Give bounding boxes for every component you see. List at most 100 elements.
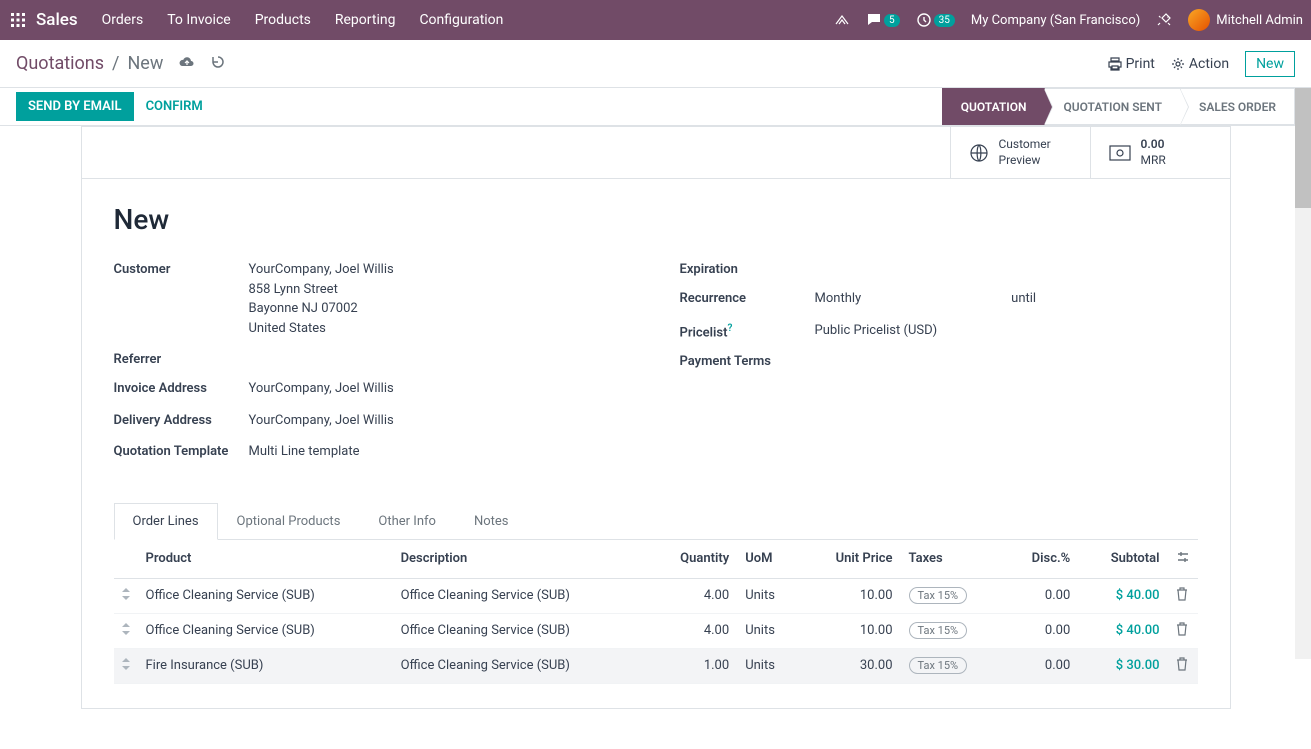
drag-handle-icon[interactable]: [114, 648, 138, 683]
stage-sales-order[interactable]: SALES ORDER: [1181, 88, 1295, 125]
breadcrumb-current: New: [127, 53, 163, 74]
cell-uom[interactable]: Units: [737, 648, 800, 683]
nav-orders[interactable]: Orders: [102, 12, 144, 28]
invoice-address-label: Invoice Address: [114, 379, 249, 396]
cell-description[interactable]: Office Cleaning Service (SUB): [393, 578, 648, 613]
cell-disc[interactable]: 0.00: [1003, 578, 1078, 613]
th-description[interactable]: Description: [393, 540, 648, 579]
cell-subtotal: $ 40.00: [1078, 613, 1167, 648]
breadcrumb-root[interactable]: Quotations: [16, 53, 104, 74]
drag-handle-icon[interactable]: [114, 578, 138, 613]
money-icon: [1109, 145, 1131, 161]
mrr-button[interactable]: 0.00 MRR: [1090, 127, 1230, 178]
discard-icon[interactable]: [211, 53, 225, 74]
cell-description[interactable]: Office Cleaning Service (SUB): [393, 613, 648, 648]
th-subtotal[interactable]: Subtotal: [1078, 540, 1167, 579]
delivery-address-field[interactable]: YourCompany, Joel Willis: [249, 411, 632, 431]
cell-product[interactable]: Fire Insurance (SUB): [138, 648, 393, 683]
cell-disc[interactable]: 0.00: [1003, 613, 1078, 648]
template-label: Quotation Template: [114, 442, 249, 459]
recurrence-value: Monthly: [815, 289, 862, 309]
stage-quotation-sent[interactable]: QUOTATION SENT: [1045, 88, 1181, 125]
cell-unit-price[interactable]: 10.00: [800, 613, 900, 648]
cell-disc[interactable]: 0.00: [1003, 648, 1078, 683]
delete-row-icon[interactable]: [1168, 613, 1198, 648]
th-taxes[interactable]: Taxes: [901, 540, 1004, 579]
scrollbar[interactable]: [1295, 88, 1311, 659]
stat-text: Customer Preview: [999, 137, 1051, 168]
cell-uom[interactable]: Units: [737, 613, 800, 648]
mrr-value: 0.00: [1141, 137, 1166, 153]
tab-optional-products[interactable]: Optional Products: [218, 503, 360, 540]
order-lines-table: Product Description Quantity UoM Unit Pr…: [114, 540, 1198, 684]
delete-row-icon[interactable]: [1168, 648, 1198, 683]
app-brand[interactable]: Sales: [36, 10, 78, 30]
table-row[interactable]: Fire Insurance (SUB)Office Cleaning Serv…: [114, 648, 1198, 683]
debug-icon[interactable]: [1156, 12, 1172, 28]
cloud-save-icon[interactable]: [179, 53, 195, 74]
th-product[interactable]: Product: [138, 540, 393, 579]
action-button[interactable]: Action: [1171, 56, 1229, 72]
stage-quotation[interactable]: QUOTATION: [942, 88, 1046, 125]
th-quantity[interactable]: Quantity: [648, 540, 738, 579]
preview-line1: Customer: [999, 137, 1051, 153]
company-selector[interactable]: My Company (San Francisco): [971, 13, 1140, 28]
cell-quantity[interactable]: 4.00: [648, 578, 738, 613]
recurrence-label: Recurrence: [680, 289, 815, 306]
drag-handle-icon[interactable]: [114, 613, 138, 648]
activities-icon[interactable]: 35: [916, 12, 955, 28]
table-row[interactable]: Office Cleaning Service (SUB)Office Clea…: [114, 578, 1198, 613]
pricelist-field[interactable]: Public Pricelist (USD): [815, 321, 1198, 341]
cell-quantity[interactable]: 1.00: [648, 648, 738, 683]
user-menu[interactable]: Mitchell Admin: [1188, 9, 1303, 31]
columns-options-icon[interactable]: [1168, 540, 1198, 579]
button-box: Customer Preview 0.00 MRR: [82, 127, 1230, 179]
send-by-email-button[interactable]: SEND BY EMAIL: [16, 92, 134, 121]
table-row[interactable]: Office Cleaning Service (SUB)Office Clea…: [114, 613, 1198, 648]
cell-taxes[interactable]: Tax 15%: [901, 578, 1004, 613]
nav-right: 5 35 My Company (San Francisco) Mitchell…: [834, 9, 1303, 31]
cell-description[interactable]: Office Cleaning Service (SUB): [393, 648, 648, 683]
tab-other-info[interactable]: Other Info: [359, 503, 455, 540]
apps-icon[interactable]: [8, 10, 28, 30]
messages-badge: 5: [884, 14, 900, 27]
recurrence-until: until: [1011, 289, 1036, 309]
nav-products[interactable]: Products: [255, 12, 311, 28]
th-uom[interactable]: UoM: [737, 540, 800, 579]
customer-preview-button[interactable]: Customer Preview: [950, 127, 1090, 178]
tab-notes[interactable]: Notes: [455, 503, 528, 540]
cell-product[interactable]: Office Cleaning Service (SUB): [138, 613, 393, 648]
customer-field[interactable]: YourCompany, Joel Willis 858 Lynn Street…: [249, 260, 632, 338]
new-button[interactable]: New: [1245, 51, 1295, 77]
th-disc[interactable]: Disc.%: [1003, 540, 1078, 579]
pricelist-help-icon[interactable]: ?: [727, 323, 732, 334]
tray-icon[interactable]: [834, 12, 850, 28]
cell-product[interactable]: Office Cleaning Service (SUB): [138, 578, 393, 613]
nav-configuration[interactable]: Configuration: [419, 12, 503, 28]
messages-icon[interactable]: 5: [866, 12, 900, 28]
delete-row-icon[interactable]: [1168, 578, 1198, 613]
scrollbar-thumb[interactable]: [1295, 88, 1311, 208]
cell-unit-price[interactable]: 10.00: [800, 578, 900, 613]
nav-items: Orders To Invoice Products Reporting Con…: [102, 12, 834, 28]
cell-unit-price[interactable]: 30.00: [800, 648, 900, 683]
stat-text: 0.00 MRR: [1141, 137, 1166, 168]
template-field[interactable]: Multi Line template: [249, 442, 632, 462]
top-nav: Sales Orders To Invoice Products Reporti…: [0, 0, 1311, 40]
nav-to-invoice[interactable]: To Invoice: [167, 12, 231, 28]
globe-icon: [969, 143, 989, 163]
nav-reporting[interactable]: Reporting: [335, 12, 396, 28]
cell-uom[interactable]: Units: [737, 578, 800, 613]
print-button[interactable]: Print: [1108, 56, 1155, 72]
confirm-button[interactable]: CONFIRM: [146, 99, 203, 114]
cell-quantity[interactable]: 4.00: [648, 613, 738, 648]
content: Customer Preview 0.00 MRR New Customer: [81, 126, 1231, 749]
cell-taxes[interactable]: Tax 15%: [901, 648, 1004, 683]
delivery-address-label: Delivery Address: [114, 411, 249, 428]
user-name: Mitchell Admin: [1216, 13, 1303, 28]
recurrence-field[interactable]: Monthly until: [815, 289, 1198, 309]
th-unit-price[interactable]: Unit Price: [800, 540, 900, 579]
cell-taxes[interactable]: Tax 15%: [901, 613, 1004, 648]
tab-order-lines[interactable]: Order Lines: [114, 503, 218, 540]
invoice-address-field[interactable]: YourCompany, Joel Willis: [249, 379, 632, 399]
